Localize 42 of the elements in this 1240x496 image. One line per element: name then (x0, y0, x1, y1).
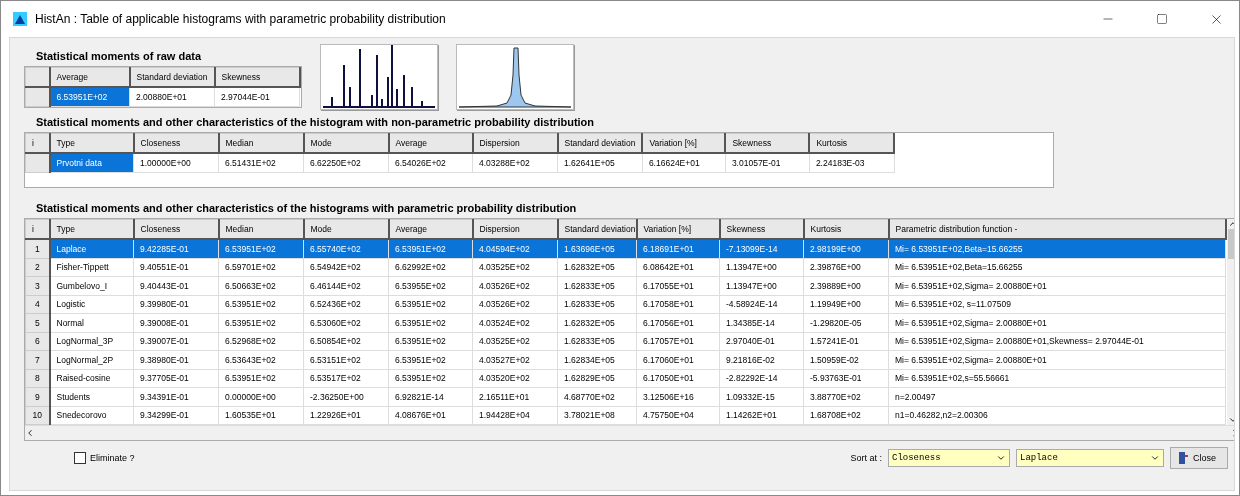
column-header[interactable]: Standard deviation (557, 219, 637, 239)
sort-dropdown[interactable]: Closeness (888, 449, 1010, 467)
column-header[interactable]: Average (49, 67, 130, 87)
column-header[interactable]: Skewness (214, 67, 300, 87)
column-header[interactable]: Parametric distribution function - (888, 219, 1226, 239)
section-title: Statistical moments and other characteristics of the histograms with parametric probability distribution (36, 202, 578, 214)
column-header: i (25, 133, 50, 153)
column-header[interactable]: Skewness (719, 219, 804, 239)
app-icon (13, 12, 27, 26)
column-header[interactable]: Skewness (725, 133, 810, 153)
scroll-left-icon[interactable] (25, 428, 35, 438)
column-header[interactable]: Type (49, 133, 134, 153)
column-header[interactable]: Variation [%] (642, 133, 726, 153)
column-header[interactable]: Mode (303, 219, 389, 239)
column-header[interactable]: Mode (303, 133, 389, 153)
section-title: Statistical moments and other characteristics of the histogram with non-parametric probability distribution (36, 116, 596, 128)
column-header[interactable]: Dispersion (472, 133, 558, 153)
close-dialog-button[interactable]: Close (1170, 447, 1228, 469)
distribution-dropdown[interactable]: Laplace (1016, 449, 1164, 467)
maximize-icon (1156, 13, 1168, 25)
column-header: i (25, 219, 50, 239)
eliminate-checkbox[interactable]: Eliminate ? (74, 452, 851, 464)
column-header[interactable]: Standard deviation (557, 133, 643, 153)
column-header[interactable]: Kurtosis (803, 219, 889, 239)
column-header[interactable]: Median (218, 219, 304, 239)
window-title: HistAn : Table of applicable histograms with parametric probability distribution (35, 12, 447, 26)
column-header[interactable]: Closeness (133, 133, 219, 153)
section-title: Statistical moments of raw data (36, 50, 203, 62)
column-header[interactable]: Median (218, 133, 304, 153)
column-header[interactable]: Average (388, 133, 473, 153)
caret-icon (996, 453, 1006, 463)
column-header[interactable]: Variation [%] (636, 219, 720, 239)
column-header[interactable]: Closeness (133, 219, 219, 239)
column-header[interactable]: Average (388, 219, 473, 239)
door-icon (1177, 451, 1189, 465)
column-header[interactable]: Standard deviation (129, 67, 215, 87)
horizontal-scrollbar[interactable] (25, 425, 1234, 440)
column-header[interactable]: Kurtosis (809, 133, 895, 153)
sort-label: Sort at : (850, 453, 882, 463)
column-header[interactable]: Dispersion (472, 219, 558, 239)
column-header[interactable]: Type (49, 219, 134, 239)
caret-icon (1150, 453, 1160, 463)
